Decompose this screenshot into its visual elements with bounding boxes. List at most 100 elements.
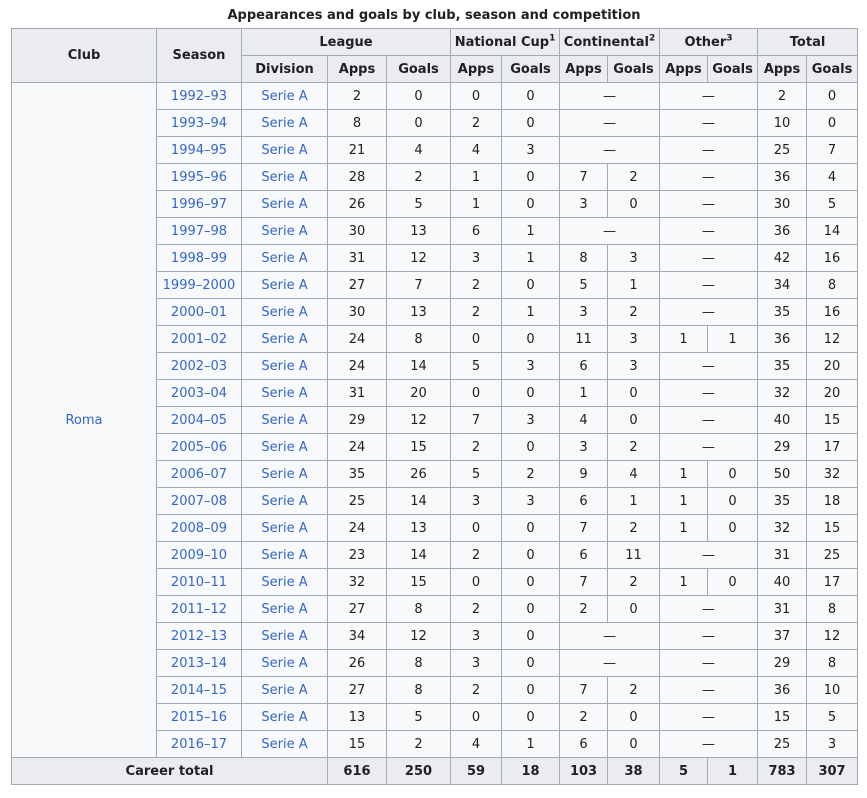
total-goals-cell: 8: [806, 649, 859, 677]
season-link[interactable]: 2014–15: [171, 683, 227, 698]
continental-goals-cell: 1: [607, 271, 661, 299]
division-link[interactable]: Serie A: [261, 467, 307, 482]
division-link[interactable]: Serie A: [261, 683, 307, 698]
cup-goals-cell: 0: [500, 568, 561, 596]
cup-goals-cell: 3: [500, 136, 561, 164]
total-apps-cell: 35: [757, 298, 808, 326]
cup-goals-cell: 0: [500, 676, 561, 704]
division-link[interactable]: Serie A: [261, 494, 307, 509]
season-link[interactable]: 2011–12: [171, 602, 227, 617]
season-link[interactable]: 2003–04: [171, 386, 227, 401]
division-link[interactable]: Serie A: [261, 521, 307, 536]
league-apps-cell: 8: [327, 109, 387, 137]
season-link[interactable]: 2013–14: [171, 656, 227, 671]
league-apps-cell: 27: [327, 271, 387, 299]
division-link[interactable]: Serie A: [261, 89, 307, 104]
total-goals-cell: 3: [806, 730, 859, 758]
season-link[interactable]: 2015–16: [171, 710, 227, 725]
division-link[interactable]: Serie A: [261, 332, 307, 347]
division-cell: Serie A: [241, 595, 328, 623]
total-goals-cell: 16: [806, 244, 859, 272]
league-goals-cell: 2: [386, 163, 451, 191]
cup-goals-cell: 0: [500, 190, 561, 218]
total-goals-cell: 20: [806, 352, 859, 380]
season-link[interactable]: 1994–95: [171, 143, 227, 158]
total-goals-cell: 14: [806, 217, 859, 245]
season-link[interactable]: 2006–07: [171, 467, 227, 482]
league-apps-cell: 32: [327, 568, 387, 596]
total-goals-cell: 17: [806, 568, 859, 596]
season-link[interactable]: 2000–01: [171, 305, 227, 320]
division-link[interactable]: Serie A: [261, 575, 307, 590]
other-dash-cell: —: [659, 730, 759, 758]
club-link[interactable]: Roma: [65, 413, 102, 428]
division-link[interactable]: Serie A: [261, 656, 307, 671]
season-link[interactable]: 2002–03: [171, 359, 227, 374]
season-link[interactable]: 1995–96: [171, 170, 227, 185]
total-goals-cell: 8: [806, 595, 859, 623]
division-link[interactable]: Serie A: [261, 116, 307, 131]
season-link[interactable]: 2012–13: [171, 629, 227, 644]
division-link[interactable]: Serie A: [261, 710, 307, 725]
league-goals-cell: 14: [386, 352, 451, 380]
division-link[interactable]: Serie A: [261, 170, 307, 185]
continental-dash-cell: —: [559, 649, 661, 677]
cup-apps-cell: 2: [450, 595, 502, 623]
division-link[interactable]: Serie A: [261, 548, 307, 563]
continental-apps-cell: 2: [559, 595, 609, 623]
continental-apps-cell: 7: [559, 163, 609, 191]
stats-table-container: Appearances and goals by club, season an…: [11, 4, 859, 785]
division-link[interactable]: Serie A: [261, 413, 307, 428]
header-division: Division: [241, 55, 328, 83]
season-link[interactable]: 1996–97: [171, 197, 227, 212]
season-link[interactable]: 1992–93: [171, 89, 227, 104]
season-link[interactable]: 2001–02: [171, 332, 227, 347]
division-link[interactable]: Serie A: [261, 440, 307, 455]
season-link[interactable]: 1997–98: [171, 224, 227, 239]
season-link[interactable]: 2010–11: [171, 575, 227, 590]
cup-apps-cell: 0: [450, 325, 502, 353]
cup-goals-cell: 0: [500, 82, 561, 110]
division-link[interactable]: Serie A: [261, 278, 307, 293]
division-link[interactable]: Serie A: [261, 359, 307, 374]
league-goals-cell: 5: [386, 703, 451, 731]
cup-apps-cell: 2: [450, 541, 502, 569]
season-link[interactable]: 2009–10: [171, 548, 227, 563]
league-goals-cell: 2: [386, 730, 451, 758]
season-link[interactable]: 2004–05: [171, 413, 227, 428]
footnote-ref-3[interactable]: 3: [726, 33, 732, 43]
footnote-ref-1[interactable]: 1: [549, 33, 555, 43]
season-cell: 2009–10: [156, 541, 242, 569]
division-link[interactable]: Serie A: [261, 251, 307, 266]
season-link[interactable]: 1999–2000: [163, 278, 236, 293]
division-link[interactable]: Serie A: [261, 197, 307, 212]
season-cell: 2014–15: [156, 676, 242, 704]
total-goals-cell: 15: [806, 406, 859, 434]
season-cell: 2008–09: [156, 514, 242, 542]
total-apps-cell: 37: [757, 622, 808, 650]
continental-apps-cell: 1: [559, 379, 609, 407]
season-link[interactable]: 2007–08: [171, 494, 227, 509]
division-link[interactable]: Serie A: [261, 629, 307, 644]
division-link[interactable]: Serie A: [261, 386, 307, 401]
season-cell: 2012–13: [156, 622, 242, 650]
season-cell: 2000–01: [156, 298, 242, 326]
season-link[interactable]: 1998–99: [171, 251, 227, 266]
division-link[interactable]: Serie A: [261, 737, 307, 752]
league-goals-cell: 15: [386, 568, 451, 596]
footnote-ref-2[interactable]: 2: [649, 33, 655, 43]
division-link[interactable]: Serie A: [261, 602, 307, 617]
other-apps-cell: 1: [659, 514, 709, 542]
division-link[interactable]: Serie A: [261, 224, 307, 239]
total-goals-cell: 32: [806, 460, 859, 488]
total-goals-cell: 5: [806, 190, 859, 218]
season-link[interactable]: 2005–06: [171, 440, 227, 455]
season-link[interactable]: 2008–09: [171, 521, 227, 536]
other-apps-cell: 1: [659, 568, 709, 596]
season-link[interactable]: 1993–94: [171, 116, 227, 131]
division-link[interactable]: Serie A: [261, 305, 307, 320]
division-link[interactable]: Serie A: [261, 143, 307, 158]
season-link[interactable]: 2016–17: [171, 737, 227, 752]
other-dash-cell: —: [659, 433, 759, 461]
table-footer: Career total 616 250 59 18 103 38 5 1 78…: [11, 757, 859, 785]
